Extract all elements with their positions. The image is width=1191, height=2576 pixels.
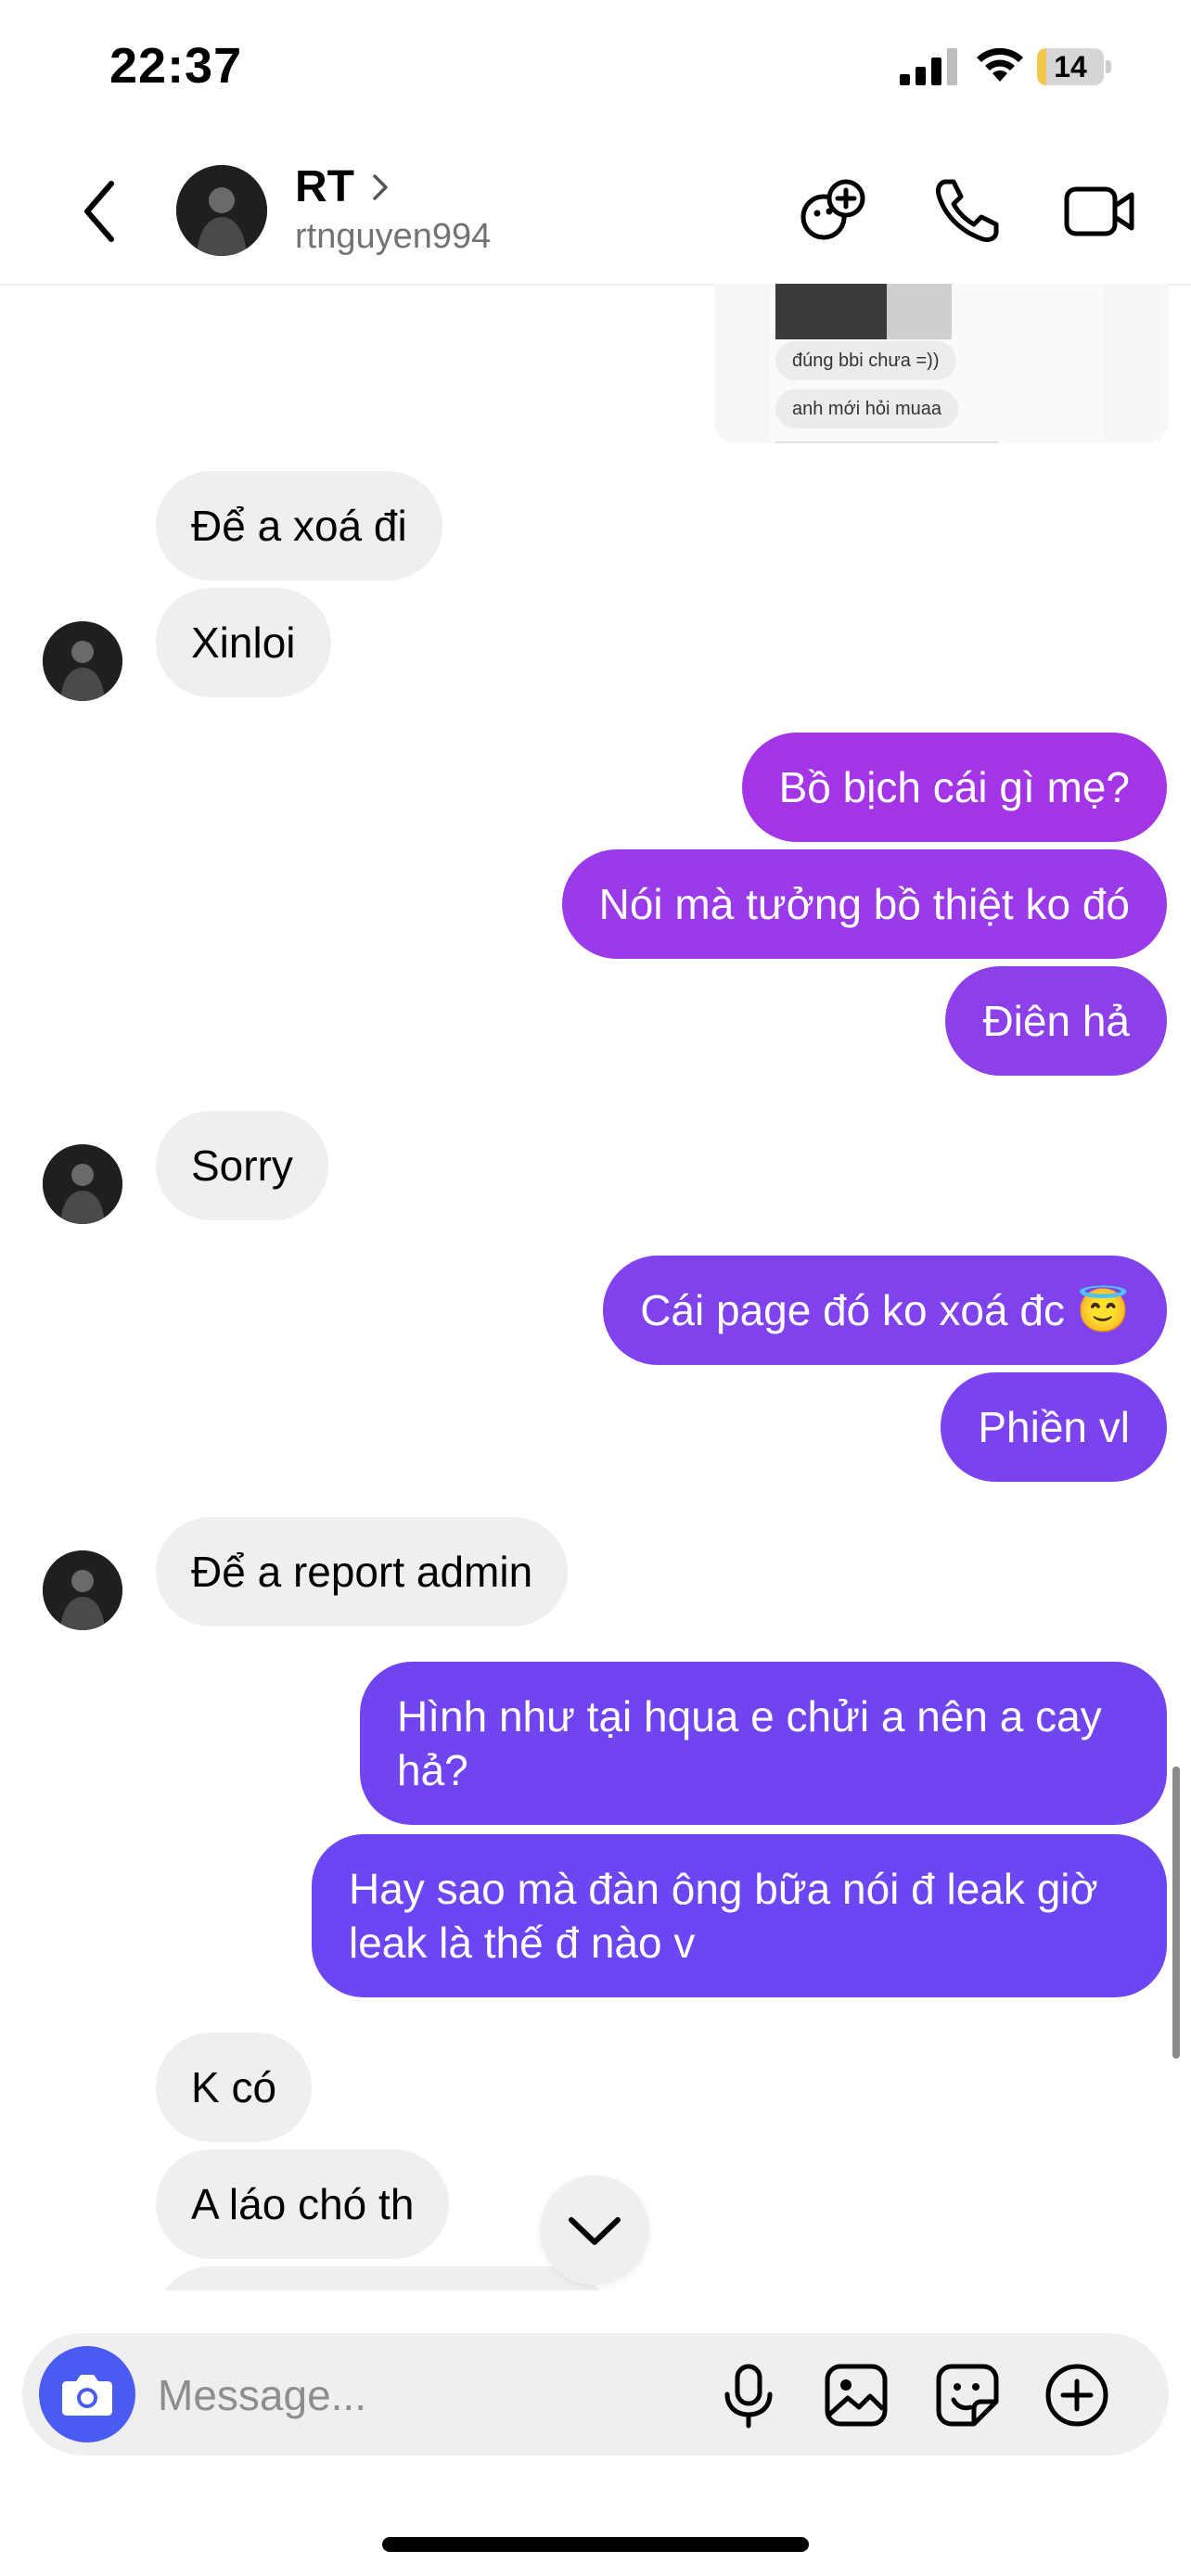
microphone-icon[interactable] <box>714 2361 783 2429</box>
incoming-message[interactable]: Để a xoá đi <box>156 471 442 580</box>
wifi-icon <box>977 47 1023 82</box>
screenshot-dark-region <box>775 284 887 339</box>
outgoing-message[interactable]: Hay sao mà đàn ông bữa nói đ leak giờ le… <box>312 1834 1167 1997</box>
sender-avatar[interactable] <box>43 1144 122 1224</box>
battery-indicator: 14 <box>1037 48 1111 85</box>
status-bar: 22:37 14 <box>0 0 1191 130</box>
scrollbar[interactable] <box>1172 1766 1180 2059</box>
outgoing-message[interactable]: Hình như tại hqua e chửi a nên a cay hả? <box>360 1662 1167 1825</box>
preview-text-line: anh mới hỏi muaa <box>775 389 958 428</box>
contact-avatar[interactable] <box>176 165 267 256</box>
outgoing-message[interactable]: Bồ bịch cái gì mẹ? <box>741 733 1167 842</box>
camera-button[interactable] <box>39 2346 135 2442</box>
scroll-to-bottom-button[interactable] <box>540 2175 649 2285</box>
preview-divider <box>775 441 998 443</box>
incoming-message[interactable]: A láo chó th <box>156 2149 450 2259</box>
chevron-left-icon[interactable] <box>74 176 126 247</box>
video-camera-icon[interactable] <box>1063 174 1137 249</box>
contact-name[interactable]: RT <box>295 161 354 212</box>
avatar-photo <box>43 1144 122 1224</box>
incoming-message[interactable]: K có <box>156 2033 313 2142</box>
phone-icon[interactable] <box>929 174 1004 249</box>
add-people-icon[interactable] <box>796 174 870 249</box>
contact-username[interactable]: rtnguyen994 <box>295 217 491 257</box>
chevron-down-icon <box>569 2217 621 2245</box>
outgoing-message[interactable]: Cái page đó ko xoá đc 😇 <box>603 1256 1167 1365</box>
dm-thread-screen: 22:37 14 RT rtnguyen994 đúng bbi chưa =)… <box>0 0 1191 2576</box>
sticker-icon[interactable] <box>933 2361 1002 2429</box>
incoming-message[interactable]: Để a report admin <box>156 1517 569 1626</box>
preview-text-line: đúng bbi chưa =)) <box>775 341 956 380</box>
outgoing-message[interactable]: Điên hả <box>945 966 1167 1076</box>
battery-body: 14 <box>1037 48 1104 85</box>
home-indicator[interactable] <box>382 2537 809 2552</box>
camera-icon <box>62 2375 112 2416</box>
battery-level: 14 <box>1054 50 1087 83</box>
screenshot-gray-region <box>887 284 952 339</box>
outgoing-message[interactable]: Phiền vl <box>941 1372 1167 1482</box>
cellular-signal-icon <box>900 48 957 85</box>
plus-circle-icon[interactable] <box>1043 2361 1111 2429</box>
incoming-message[interactable]: Sorry <box>156 1111 328 1220</box>
message-input[interactable] <box>156 2355 716 2435</box>
sender-avatar[interactable] <box>43 1550 122 1630</box>
avatar-photo <box>176 165 267 256</box>
battery-cap <box>1106 60 1111 73</box>
avatar-photo <box>43 621 122 701</box>
status-time: 22:37 <box>109 38 243 94</box>
outgoing-message[interactable]: Nói mà tưởng bồ thiệt ko đó <box>561 849 1167 959</box>
message-composer <box>22 2333 1169 2455</box>
sender-avatar[interactable] <box>43 621 122 701</box>
gallery-icon[interactable] <box>822 2361 890 2429</box>
thread-header: RT rtnguyen994 <box>0 139 1191 286</box>
chevron-right-icon[interactable] <box>369 171 391 204</box>
incoming-message[interactable]: Xinloi <box>156 588 331 697</box>
shared-image-message[interactable]: đúng bbi chưa =)) anh mới hỏi muaa <box>714 284 1169 443</box>
avatar-photo <box>43 1550 122 1630</box>
